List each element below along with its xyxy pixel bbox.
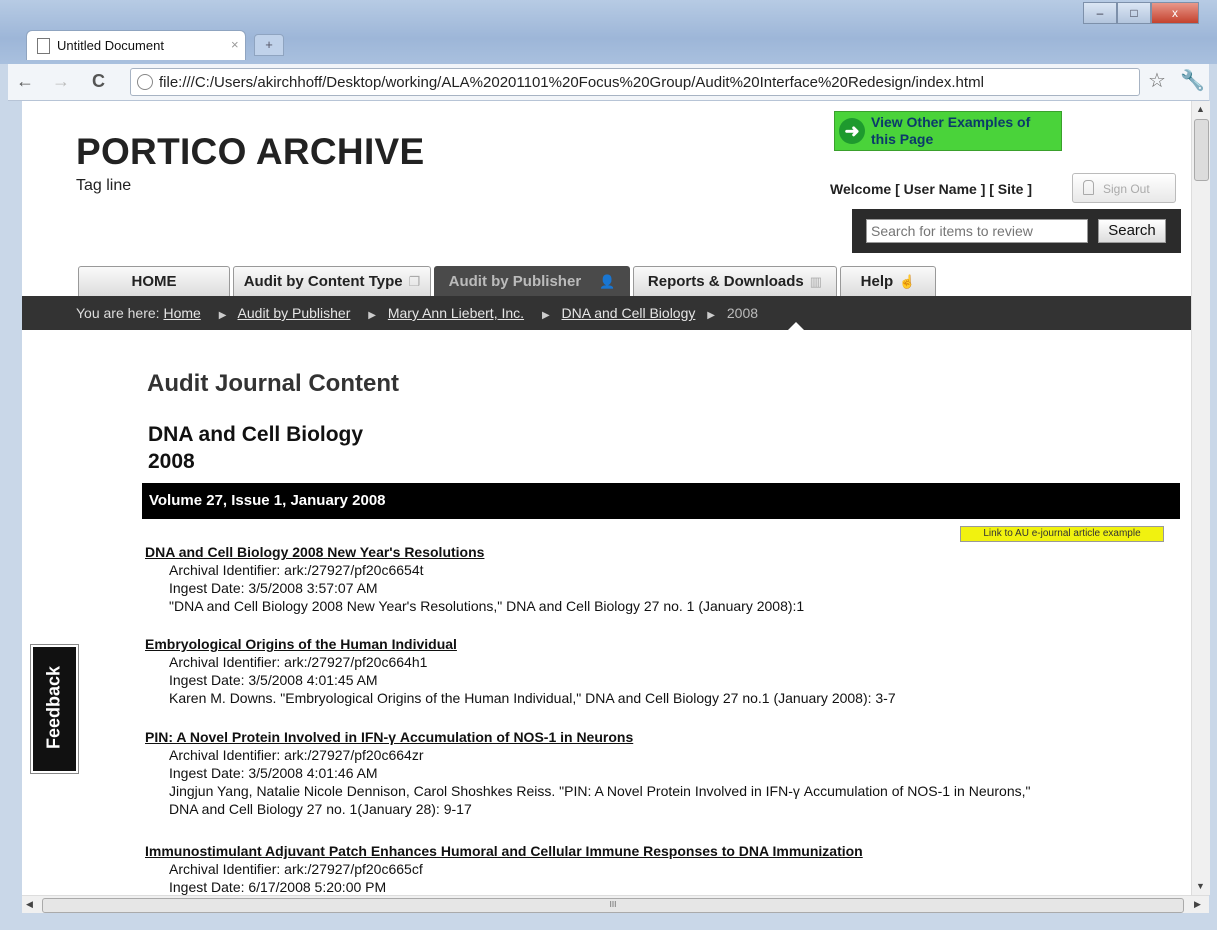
article-title-link[interactable]: DNA and Cell Biology 2008 New Year's Res… [145,543,804,561]
archival-identifier: Archival Identifier: ark:/27927/pf20c665… [169,562,424,578]
article-title-link[interactable]: PIN: A Novel Protein Involved in IFN-γ A… [145,728,1031,746]
tab-home-label: HOME [131,273,177,290]
breadcrumb-notch [787,322,805,331]
tab-content-type-label: Audit by Content Type [243,273,403,290]
forward-button[interactable]: → [52,71,70,92]
sign-out-label: Sign Out [1103,182,1150,196]
sign-out-button[interactable]: Sign Out [1072,173,1176,203]
list-item: DNA and Cell Biology 2008 New Year's Res… [145,543,804,615]
tab-reports-downloads[interactable]: Reports & Downloads ▥ [633,266,837,296]
archival-identifier: Archival Identifier: ark:/27927/pf20c664… [169,654,428,670]
citation-continued: DNA and Cell Biology 27 no. 1(January 28… [169,801,472,817]
tab-close-icon[interactable]: × [231,37,239,52]
new-tab-button[interactable]: + [254,34,284,56]
breadcrumb-home[interactable]: Home [163,305,200,321]
list-item: PIN: A Novel Protein Involved in IFN-γ A… [145,728,1031,818]
archival-identifier: Archival Identifier: ark:/27927/pf20c665… [169,861,423,877]
view-examples-label: View Other Examples of this Page [871,114,1031,147]
url-text[interactable]: file:///C:/Users/akirchhoff/Desktop/work… [159,74,984,91]
close-button[interactable]: x [1151,2,1199,24]
reload-button[interactable]: C [92,71,105,92]
window-bottom-frame [0,913,1217,930]
journal-year: 2008 [148,450,195,473]
ingest-date: Ingest Date: 3/5/2008 4:01:46 AM [169,765,378,781]
chevron-right-icon: ▶ [218,310,227,321]
feedback-button[interactable]: Feedback [31,645,78,773]
main-nav: HOME Audit by Content Type ❐ Audit by Pu… [78,266,939,296]
page-title: Audit Journal Content [147,370,399,397]
scroll-right-icon[interactable]: ▶ [1194,899,1201,910]
tab-publisher-label: Audit by Publisher [448,273,582,290]
hscroll-thumb[interactable]: III [42,898,1184,913]
address-bar[interactable]: file:///C:/Users/akirchhoff/Desktop/work… [130,68,1140,96]
list-item: Embryological Origins of the Human Indiv… [145,635,896,707]
browser-toolbar: ← → C file:///C:/Users/akirchhoff/Deskto… [8,64,1209,101]
tab-help-label: Help [860,273,894,290]
arrow-right-icon: ➜ [839,118,865,144]
journal-name: DNA and Cell Biology [148,423,364,446]
feedback-label: Feedback [43,665,64,750]
ingest-date: Ingest Date: 6/17/2008 5:20:00 PM [169,879,387,895]
horizontal-scrollbar[interactable]: ◀ III ▶ [22,895,1209,914]
bookmark-star-icon[interactable]: ☆ [1148,68,1166,93]
lock-icon [1083,180,1094,195]
breadcrumb: You are here: Home ▶ Audit by Publisher … [22,296,1191,330]
breadcrumb-current: 2008 [726,305,759,321]
scroll-down-icon[interactable]: ▼ [1196,881,1205,891]
page-icon [137,74,153,90]
view-examples-button[interactable]: ➜ View Other Examples of this Page [834,111,1062,151]
search-input[interactable] [866,219,1088,243]
list-item: Immunostimulant Adjuvant Patch Enhances … [145,842,863,895]
person-icon: 👤 [599,273,616,289]
tab-title: Untitled Document [57,38,164,53]
tab-help[interactable]: Help ☝ [840,266,936,296]
volume-header: Volume 27, Issue 1, January 2008 [142,483,1180,519]
pointer-icon: ☝ [899,273,916,289]
copy-icon: ❐ [408,273,421,289]
scroll-up-icon[interactable]: ▲ [1196,104,1205,114]
minimize-button[interactable]: – [1083,2,1117,24]
page-viewport: PORTICO ARCHIVE Tag line ➜ View Other Ex… [22,101,1191,895]
ingest-date: Ingest Date: 3/5/2008 4:01:45 AM [169,672,378,688]
search-button[interactable]: Search [1098,219,1166,243]
document-icon [37,38,50,54]
article-title-link[interactable]: Immunostimulant Adjuvant Patch Enhances … [145,842,863,860]
breadcrumb-publisher[interactable]: Mary Ann Liebert, Inc. [388,305,524,321]
breadcrumb-prefix: You are here: [76,305,160,321]
tab-home[interactable]: HOME [78,266,230,296]
site-logo[interactable]: PORTICO ARCHIVE [76,131,424,173]
article-title-link[interactable]: Embryological Origins of the Human Indiv… [145,635,896,653]
vertical-scrollbar[interactable]: ▲ ▼ [1191,101,1210,895]
citation: Karen M. Downs. "Embryological Origins o… [169,690,896,706]
bar-chart-icon: ▥ [809,273,823,289]
citation: "DNA and Cell Biology 2008 New Year's Re… [169,598,805,614]
archival-identifier: Archival Identifier: ark:/27927/pf20c664… [169,747,424,763]
citation: Jingjun Yang, Natalie Nicole Dennison, C… [169,783,1031,799]
tab-reports-label: Reports & Downloads [647,273,804,290]
browser-tab[interactable]: Untitled Document × [26,30,246,60]
chevron-right-icon: ▶ [707,310,715,321]
scroll-thumb[interactable] [1194,119,1209,181]
window-controls: – □ x [1083,2,1199,24]
au-example-link[interactable]: Link to AU e-journal article example [960,526,1164,542]
search-bar: Search [852,209,1181,253]
tagline: Tag line [76,177,132,194]
chevron-right-icon: ▶ [541,310,550,321]
journal-title: DNA and Cell Biology 2008 [148,421,363,475]
breadcrumb-audit-by-publisher[interactable]: Audit by Publisher [238,305,351,321]
scroll-left-icon[interactable]: ◀ [26,899,33,910]
maximize-button[interactable]: □ [1117,2,1151,24]
tab-audit-by-publisher[interactable]: Audit by Publisher 👤 [434,266,630,296]
wrench-menu-icon[interactable]: 🔧 [1180,68,1205,93]
back-button[interactable]: ← [16,71,34,92]
ingest-date: Ingest Date: 3/5/2008 3:57:07 AM [169,580,378,596]
chevron-right-icon: ▶ [368,310,376,321]
breadcrumb-journal[interactable]: DNA and Cell Biology [562,305,696,321]
welcome-text: Welcome [ User Name ] [ Site ] [830,181,1033,197]
tab-audit-by-content-type[interactable]: Audit by Content Type ❐ [233,266,431,296]
window-titlebar: Untitled Document × + – □ x [0,0,1217,64]
volume-label: Volume 27, Issue 1, January 2008 [149,492,386,509]
